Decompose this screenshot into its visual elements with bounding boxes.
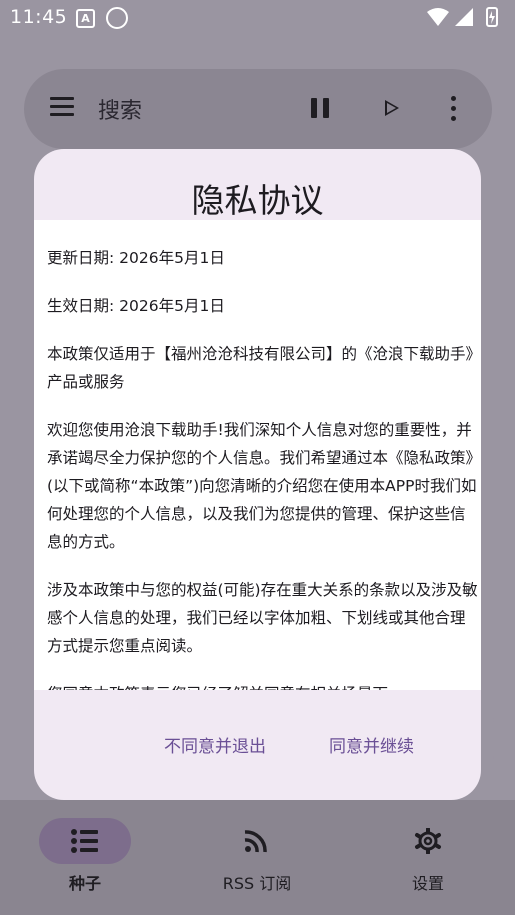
pause-icon[interactable]: [311, 98, 329, 118]
rss-icon: [244, 830, 267, 853]
menu-icon[interactable]: [50, 97, 74, 117]
search-bar[interactable]: 搜索: [24, 69, 492, 149]
status-indicators: [427, 7, 498, 27]
policy-update-date: 更新日期: 2026年5月1日: [47, 249, 225, 267]
nav-label-rss: RSS 订阅: [222, 874, 292, 893]
policy-scope: 本政策仅适用于【福州沧沧科技有限公司】的《沧浪下载助手》产品或服务: [47, 345, 474, 391]
dialog-title: 隐私协议: [191, 181, 324, 220]
policy-notice: 涉及本政策中与您的权益(可能)存在重大关系的条款以及涉及敏感个人信息的处理，我们…: [47, 581, 478, 655]
policy-effective-date: 生效日期: 2026年5月1日: [47, 297, 225, 315]
notification-circle-icon: [106, 7, 128, 29]
bottom-nav: 种子 RSS 订阅 设置: [0, 800, 515, 915]
status-time: 11:45: [10, 6, 68, 28]
notification-a-icon: A: [76, 9, 95, 28]
wifi-icon: [427, 8, 449, 26]
more-vert-icon[interactable]: [451, 96, 457, 122]
nav-item-rss[interactable]: RSS 订阅: [197, 818, 317, 898]
policy-consent: 您同意本政策表示您已经了解并同意在相关场景下: [34, 680, 479, 690]
search-label: 搜索: [98, 99, 143, 124]
nav-item-settings[interactable]: 设置: [368, 818, 488, 898]
dialog-actions: 不同意并退出 同意并继续: [34, 727, 481, 767]
play-icon[interactable]: [385, 100, 399, 116]
policy-intro: 欢迎您使用沧浪下载助手!我们深知个人信息对您的重要性，并承诺竭尽全力保护您的个人…: [47, 421, 477, 551]
status-bar: 11:45 A: [0, 0, 515, 36]
nav-item-torrents[interactable]: 种子: [25, 818, 145, 898]
gear-icon: [415, 828, 441, 854]
privacy-dialog: 隐私协议 更新日期: 2026年5月1日 生效日期: 2026年5月1日 本政策…: [34, 149, 481, 800]
nav-label-settings: 设置: [411, 874, 444, 893]
accept-continue-button[interactable]: 同意并继续: [321, 727, 422, 767]
decline-exit-button[interactable]: 不同意并退出: [156, 727, 274, 767]
nav-label-torrents: 种子: [68, 874, 101, 893]
list-icon: [71, 829, 98, 853]
dialog-scroll-content[interactable]: 更新日期: 2026年5月1日 生效日期: 2026年5月1日 本政策仅适用于【…: [34, 220, 481, 690]
signal-icon: [455, 8, 473, 26]
